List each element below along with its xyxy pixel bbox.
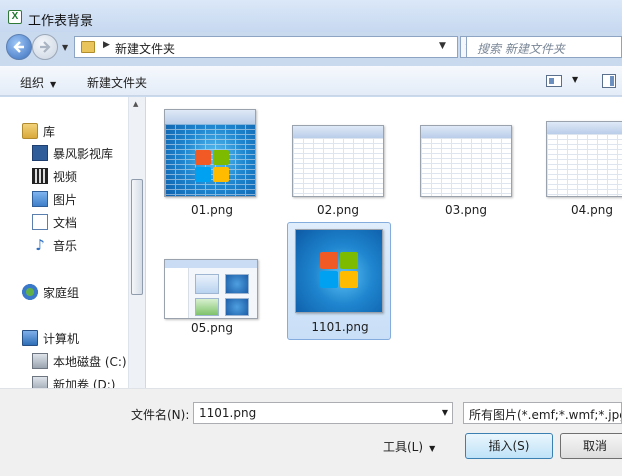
library-icon (22, 122, 38, 139)
file-item[interactable]: 04.png (540, 107, 622, 225)
file-name: 02.png (317, 203, 359, 217)
file-thumbnail (546, 121, 622, 197)
navigation-bar: ▼ ▶ 新建文件夹 ▼ ⇆ 搜索 新建文件夹 (0, 32, 622, 62)
picture-icon (32, 190, 48, 207)
file-thumbnail (164, 259, 258, 319)
recent-locations-dropdown[interactable]: ▼ (62, 43, 68, 52)
tools-label: 工具(L) (383, 440, 424, 454)
file-thumbnail (295, 229, 383, 313)
homegroup-icon (22, 283, 38, 300)
file-item[interactable]: 05.png (160, 225, 264, 343)
navigation-pane: 库 暴风影视库 视频 图片 文档 ♪ 音乐 家庭组 计算机 本地磁盘 (C:) 新… (0, 97, 128, 388)
folder-icon (81, 41, 95, 53)
address-history-dropdown[interactable]: ▼ (439, 41, 446, 51)
nav-item-pictures[interactable]: 图片 (32, 190, 77, 211)
file-dialog-footer: 文件名(N): 1101.png ▼ 所有图片(*.emf;*.wmf;*.jp… (0, 388, 622, 476)
breadcrumb-chevron-icon[interactable]: ▶ (103, 40, 110, 50)
nav-item-videos[interactable]: 视频 (32, 167, 77, 188)
search-input[interactable]: 搜索 新建文件夹 (466, 36, 622, 58)
breadcrumb-folder[interactable]: 新建文件夹 (115, 40, 175, 57)
command-toolbar: 组织 ▼ 新建文件夹 ▼ (0, 66, 622, 96)
nav-item-drive-d[interactable]: 新加卷 (D:) (32, 375, 115, 388)
scroll-thumb[interactable] (131, 179, 143, 295)
file-name: 1101.png (311, 320, 369, 334)
windows-logo-icon (195, 150, 231, 184)
nav-item-homegroup[interactable]: 家庭组 (22, 283, 79, 304)
preview-pane-icon[interactable] (602, 74, 616, 88)
scroll-up-icon[interactable]: ▲ (133, 100, 138, 108)
window-title: 工作表背景 (28, 14, 94, 29)
arrow-left-icon (13, 41, 24, 53)
nav-item-music[interactable]: ♪ 音乐 (32, 237, 77, 257)
file-item-selected[interactable]: 1101.png (287, 222, 391, 340)
view-options-dropdown[interactable]: ▼ (572, 75, 578, 84)
address-bar[interactable]: ▶ 新建文件夹 ▼ (74, 36, 458, 58)
cancel-button[interactable]: 取消 (560, 433, 622, 459)
file-list: 01.png 02.png 03.png 04.png 05.png 1101.… (146, 97, 622, 388)
file-name: 03.png (445, 203, 487, 217)
drive-icon (32, 352, 48, 369)
nav-item-computer[interactable]: 计算机 (22, 329, 79, 350)
insert-button[interactable]: 插入(S) (465, 433, 553, 459)
forward-button[interactable] (32, 34, 58, 60)
nav-item-documents[interactable]: 文档 (32, 213, 77, 234)
film-icon (32, 167, 48, 184)
new-folder-button[interactable]: 新建文件夹 (87, 74, 147, 91)
arrow-right-icon (40, 41, 51, 53)
file-name: 05.png (191, 321, 233, 335)
tools-button[interactable]: 工具(L) ▼ (383, 438, 435, 455)
computer-icon (22, 329, 38, 346)
music-note-icon: ♪ (35, 235, 45, 254)
chevron-down-icon: ▼ (50, 80, 57, 89)
nav-item-drive-c[interactable]: 本地磁盘 (C:) (32, 352, 127, 373)
chevron-down-icon: ▼ (429, 444, 436, 453)
file-name: 01.png (191, 203, 233, 217)
file-thumbnail (420, 125, 512, 197)
nav-item-library[interactable]: 库 (22, 122, 55, 143)
chevron-down-icon[interactable]: ▼ (442, 408, 448, 417)
back-button[interactable] (6, 34, 32, 60)
organize-button[interactable]: 组织 ▼ (20, 74, 56, 91)
video-library-icon (32, 144, 48, 161)
file-thumbnail (164, 109, 256, 197)
organize-label: 组织 (20, 76, 45, 90)
filename-value: 1101.png (199, 406, 257, 420)
excel-app-icon: X (8, 10, 22, 24)
filename-input[interactable]: 1101.png ▼ (193, 402, 453, 424)
title-bar: X 工作表背景 (0, 0, 622, 32)
windows-logo-icon (320, 252, 360, 290)
navigation-scrollbar[interactable]: ▲ (128, 97, 145, 388)
drive-icon (32, 375, 48, 388)
file-item[interactable]: 02.png (286, 107, 390, 225)
file-name: 04.png (571, 203, 613, 217)
document-icon (32, 213, 48, 230)
file-thumbnail (292, 125, 384, 197)
view-mode-icon[interactable] (546, 75, 562, 87)
file-type-select[interactable]: 所有图片(*.emf;*.wmf;*.jpg;*.jpeg (463, 402, 622, 424)
file-item[interactable]: 01.png (160, 107, 264, 225)
nav-item-video-library[interactable]: 暴风影视库 (32, 144, 113, 165)
filename-label: 文件名(N): (131, 408, 190, 422)
file-item[interactable]: 03.png (414, 107, 518, 225)
